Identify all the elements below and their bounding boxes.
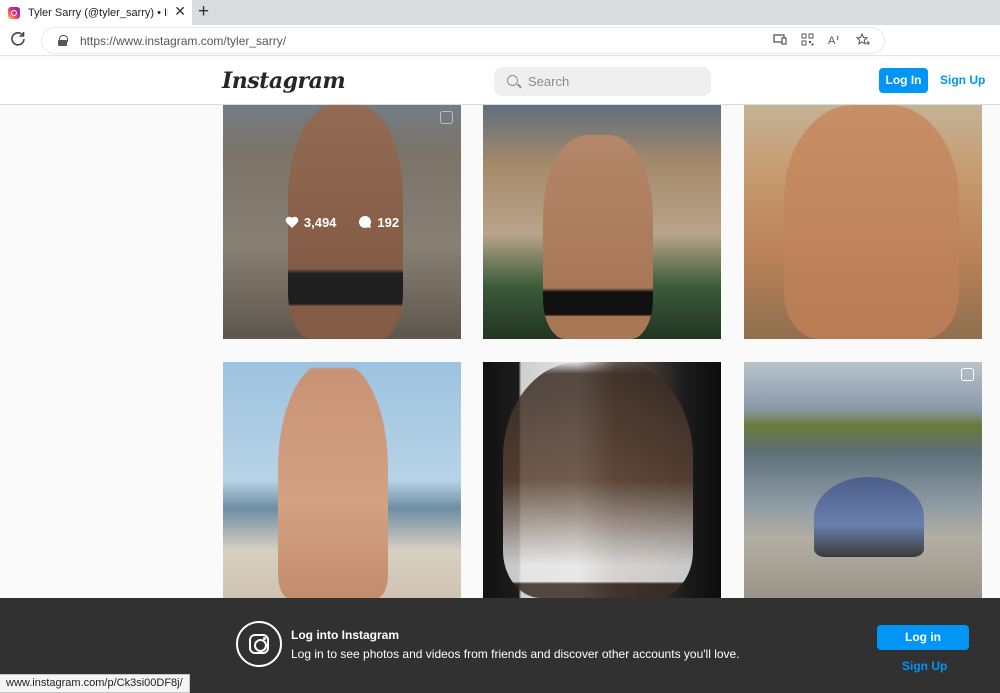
tab-title: Tyler Sarry (@tyler_sarry) • Instagram — [28, 6, 168, 19]
post-image — [503, 362, 693, 598]
post-image — [543, 135, 653, 339]
comments-count: 192 — [377, 214, 400, 230]
browser-tab[interactable]: Tyler Sarry (@tyler_sarry) • Instagram ✕ — [0, 0, 192, 25]
banner-title: Log into Instagram — [291, 628, 399, 642]
search-icon — [507, 75, 518, 86]
header-signup-link[interactable]: Sign Up — [940, 73, 985, 87]
banner-signup-link[interactable]: Sign Up — [902, 659, 947, 673]
comment-icon — [359, 216, 372, 228]
carousel-icon — [961, 368, 974, 381]
comments-stat: 192 — [358, 215, 399, 230]
read-aloud-icon[interactable]: A — [827, 33, 843, 49]
post-image — [814, 477, 924, 557]
svg-text:A: A — [828, 35, 836, 46]
browser-address-bar: https://www.instagram.com/tyler_sarry/ A — [0, 25, 1000, 56]
likes-stat: 3,494 — [285, 214, 337, 230]
lock-icon[interactable] — [58, 35, 68, 46]
post-thumbnail[interactable] — [483, 362, 721, 598]
search-box[interactable] — [494, 67, 711, 96]
post-thumbnail[interactable]: 3,494 192 — [223, 105, 461, 339]
instagram-logo[interactable]: Instagram — [222, 68, 346, 94]
qr-code-icon[interactable] — [799, 33, 815, 49]
banner-login-button[interactable]: Log in — [877, 625, 969, 650]
browser-tab-bar: Tyler Sarry (@tyler_sarry) • Instagram ✕… — [0, 0, 1000, 25]
reload-icon[interactable] — [10, 31, 28, 49]
likes-count: 3,494 — [303, 214, 337, 230]
header-login-button[interactable]: Log In — [879, 68, 928, 93]
post-thumbnail[interactable] — [744, 362, 982, 598]
post-thumbnail[interactable] — [223, 362, 461, 598]
app-available-icon[interactable] — [772, 33, 788, 48]
url-text[interactable]: https://www.instagram.com/tyler_sarry/ — [80, 34, 286, 48]
post-image — [784, 105, 959, 339]
url-field[interactable]: https://www.instagram.com/tyler_sarry/ A — [42, 28, 884, 53]
instagram-glyph-icon — [236, 621, 282, 667]
post-image — [278, 362, 388, 598]
instagram-favicon-icon — [8, 6, 20, 19]
post-thumbnail[interactable] — [483, 105, 721, 339]
banner-text: Log in to see photos and videos from fri… — [291, 647, 740, 661]
tab-close-icon[interactable]: ✕ — [174, 3, 186, 20]
camera-icon — [249, 634, 269, 654]
search-input[interactable] — [528, 73, 698, 90]
new-tab-button[interactable]: + — [198, 1, 209, 23]
post-hover-overlay: 3,494 192 — [223, 105, 461, 339]
post-thumbnail[interactable] — [744, 105, 982, 339]
instagram-header: Instagram Log In Sign Up — [0, 57, 1000, 105]
status-bar-url: www.instagram.com/p/Ck3si00DF8j/ — [0, 674, 190, 693]
favorite-add-icon[interactable] — [855, 32, 871, 50]
heart-icon — [285, 216, 299, 228]
